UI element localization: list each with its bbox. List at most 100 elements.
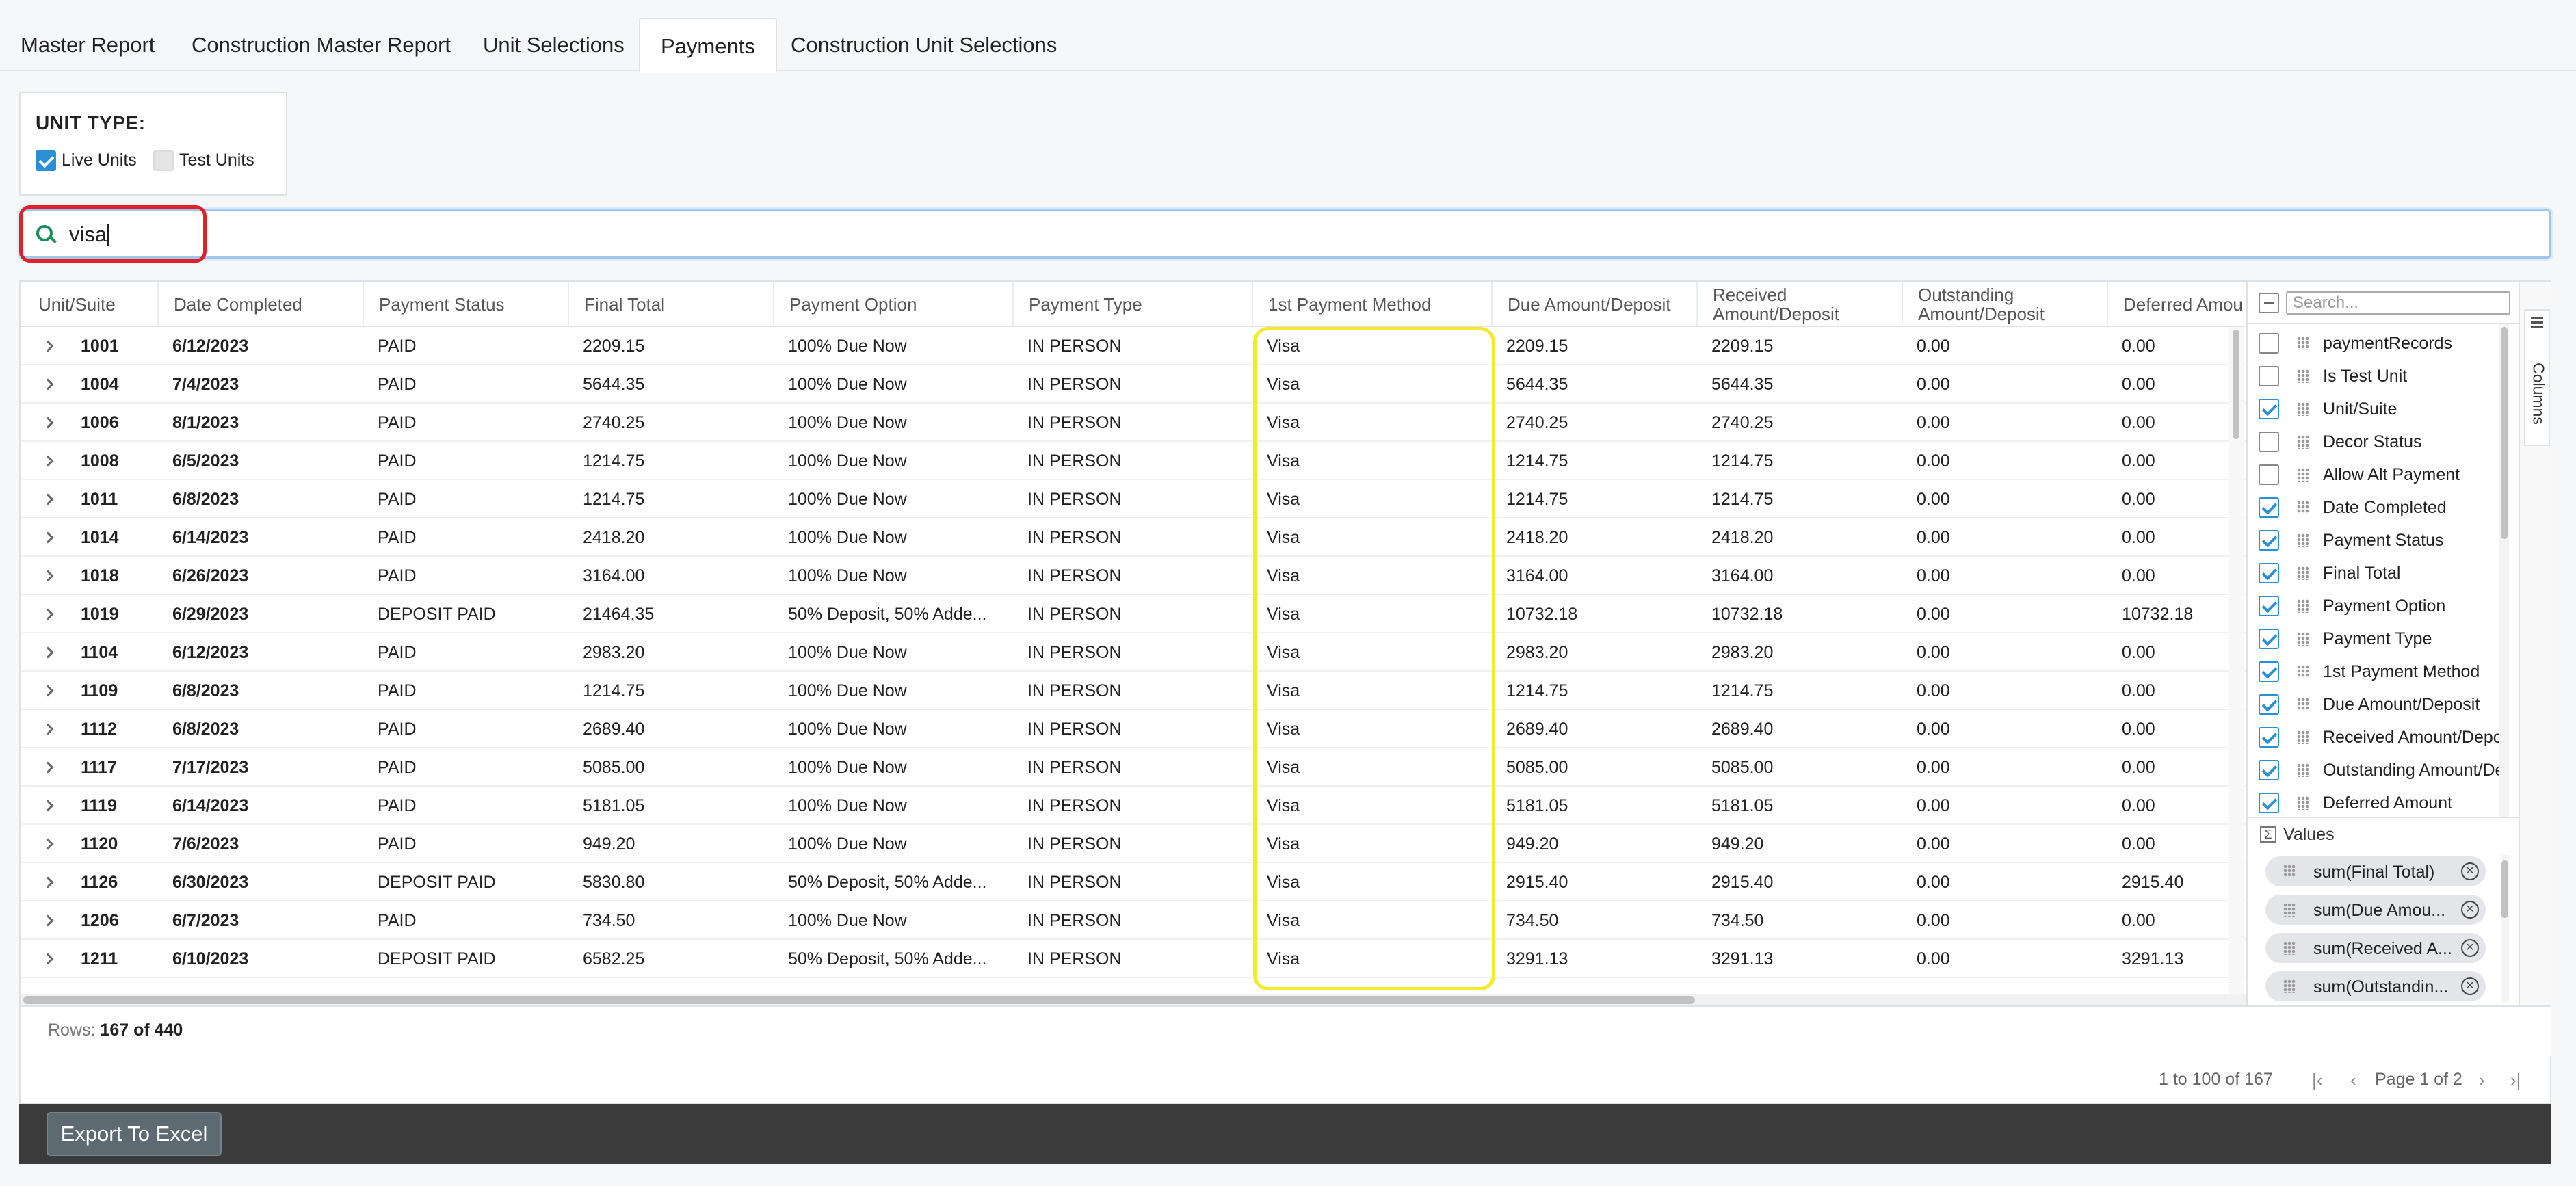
table-row[interactable]: 1014 6/14/2023 PAID 2418.20 100% Due Now IN P… bbox=[21, 518, 2246, 557]
drag-handle-icon[interactable] bbox=[2283, 941, 2296, 955]
live-units-checkbox[interactable] bbox=[36, 150, 56, 171]
drag-handle-icon[interactable] bbox=[2283, 903, 2296, 917]
test-units-checkbox[interactable] bbox=[153, 150, 174, 171]
table-row[interactable]: 1119 6/14/2023 PAID 5181.05 100% Due Now IN P… bbox=[21, 787, 2246, 825]
expand-row-chevron-icon[interactable] bbox=[42, 531, 54, 544]
search-input[interactable]: visa bbox=[19, 209, 2551, 259]
expand-row-chevron-icon[interactable] bbox=[42, 953, 54, 965]
expand-row-chevron-icon[interactable] bbox=[42, 455, 54, 467]
remove-value-icon[interactable]: × bbox=[2461, 862, 2479, 880]
expand-row-chevron-icon[interactable] bbox=[42, 685, 54, 697]
column-visibility-checkbox[interactable] bbox=[2259, 333, 2279, 354]
column-visibility-checkbox[interactable] bbox=[2259, 727, 2279, 748]
col-header-payment-status[interactable]: Payment Status bbox=[363, 282, 568, 327]
column-visibility-checkbox[interactable] bbox=[2259, 530, 2279, 551]
first-page-button[interactable]: |‹ bbox=[2312, 1070, 2322, 1091]
expand-row-chevron-icon[interactable] bbox=[42, 378, 54, 391]
col-header-unit-suite[interactable]: Unit/Suite bbox=[21, 282, 157, 327]
expand-row-chevron-icon[interactable] bbox=[42, 417, 54, 429]
drag-handle-icon[interactable] bbox=[2297, 369, 2309, 383]
tab-construction-master-report[interactable]: Construction Master Report bbox=[171, 18, 471, 73]
col-header-deferred-amount[interactable]: Deferred Amou bbox=[2107, 282, 2246, 327]
table-row[interactable]: 1004 7/4/2023 PAID 5644.35 100% Due Now IN PE… bbox=[21, 365, 2246, 404]
expand-row-chevron-icon[interactable] bbox=[42, 761, 54, 774]
columns-list-scroll-thumb[interactable] bbox=[2501, 327, 2508, 539]
expand-row-chevron-icon[interactable] bbox=[42, 914, 54, 927]
columns-side-tab[interactable]: Columns bbox=[2524, 309, 2550, 446]
column-visibility-checkbox[interactable] bbox=[2259, 432, 2279, 452]
col-header-due-amount[interactable]: Due Amount/Deposit bbox=[1491, 282, 1696, 327]
column-visibility-checkbox[interactable] bbox=[2259, 399, 2279, 419]
column-toggle-item[interactable]: Allow Alt Payment bbox=[2248, 458, 2508, 491]
table-row[interactable]: 1104 6/12/2023 PAID 2983.20 100% Due Now IN P… bbox=[21, 633, 2246, 672]
live-units-label[interactable]: Live Units bbox=[62, 150, 137, 170]
value-aggregation-pill[interactable]: sum(Received A... × bbox=[2265, 933, 2486, 963]
search-input-value[interactable]: visa bbox=[69, 221, 109, 248]
column-visibility-checkbox[interactable] bbox=[2259, 694, 2279, 715]
value-aggregation-pill[interactable]: sum(Outstandin... × bbox=[2265, 971, 2486, 1001]
expand-row-chevron-icon[interactable] bbox=[42, 723, 54, 735]
column-toggle-item[interactable]: Payment Type bbox=[2248, 622, 2508, 655]
drag-handle-icon[interactable] bbox=[2297, 402, 2309, 416]
next-page-button[interactable]: › bbox=[2479, 1070, 2485, 1091]
column-toggle-item[interactable]: 1st Payment Method bbox=[2248, 655, 2508, 688]
values-scroll-thumb[interactable] bbox=[2501, 860, 2508, 918]
drag-handle-icon[interactable] bbox=[2297, 730, 2309, 744]
drag-handle-icon[interactable] bbox=[2297, 566, 2309, 580]
expand-row-chevron-icon[interactable] bbox=[42, 838, 54, 850]
drag-handle-icon[interactable] bbox=[2297, 501, 2309, 514]
table-row[interactable]: 1008 6/5/2023 PAID 1214.75 100% Due Now IN PE… bbox=[21, 442, 2246, 480]
drag-handle-icon[interactable] bbox=[2297, 435, 2309, 449]
expand-row-chevron-icon[interactable] bbox=[42, 876, 54, 888]
value-aggregation-pill[interactable]: sum(Due Amou... × bbox=[2265, 895, 2486, 925]
grid-horizontal-scrollbar[interactable] bbox=[21, 994, 2246, 1005]
column-toggle-item[interactable]: Is Test Unit bbox=[2248, 360, 2508, 393]
column-visibility-checkbox[interactable] bbox=[2259, 563, 2279, 583]
drag-handle-icon[interactable] bbox=[2297, 337, 2309, 350]
table-row[interactable]: 1206 6/7/2023 PAID 734.50 100% Due Now IN PER… bbox=[21, 901, 2246, 940]
col-header-outstanding-amount[interactable]: Outstanding Amount/Deposit bbox=[1902, 282, 2107, 327]
table-row[interactable]: 1120 7/6/2023 PAID 949.20 100% Due Now IN PER… bbox=[21, 825, 2246, 863]
remove-value-icon[interactable]: × bbox=[2461, 901, 2479, 919]
expand-row-chevron-icon[interactable] bbox=[42, 493, 54, 505]
tab-unit-selections[interactable]: Unit Selections bbox=[462, 18, 645, 73]
expand-row-chevron-icon[interactable] bbox=[42, 608, 54, 620]
table-row[interactable]: 1117 7/17/2023 PAID 5085.00 100% Due Now IN P… bbox=[21, 748, 2246, 787]
previous-page-button[interactable]: ‹ bbox=[2350, 1070, 2356, 1091]
table-row[interactable]: 1126 6/30/2023 DEPOSIT PAID 5830.80 50% Depo… bbox=[21, 863, 2246, 901]
grid-horizontal-scroll-thumb[interactable] bbox=[23, 996, 1695, 1004]
grid-vertical-scroll-thumb[interactable] bbox=[2233, 330, 2239, 439]
column-toggle-item[interactable]: Outstanding Amount/Deposit bbox=[2248, 754, 2508, 787]
column-toggle-item[interactable]: Deferred Amount bbox=[2248, 787, 2508, 817]
column-visibility-checkbox[interactable] bbox=[2259, 629, 2279, 649]
remove-value-icon[interactable]: × bbox=[2461, 977, 2479, 995]
column-toggle-item[interactable]: Payment Status bbox=[2248, 524, 2508, 557]
expand-row-chevron-icon[interactable] bbox=[42, 646, 54, 659]
columns-list-scrollbar[interactable] bbox=[2499, 324, 2509, 817]
remove-value-icon[interactable]: × bbox=[2461, 939, 2479, 957]
column-visibility-checkbox[interactable] bbox=[2259, 464, 2279, 485]
tab-master-report[interactable]: Master Report bbox=[0, 18, 175, 73]
value-aggregation-pill[interactable]: sum(Final Total) × bbox=[2265, 856, 2486, 886]
column-visibility-checkbox[interactable] bbox=[2259, 366, 2279, 386]
col-header-final-total[interactable]: Final Total bbox=[568, 282, 773, 327]
column-visibility-checkbox[interactable] bbox=[2259, 596, 2279, 616]
column-toggle-item[interactable]: Decor Status bbox=[2248, 425, 2508, 458]
export-to-excel-button[interactable]: Export To Excel bbox=[47, 1112, 222, 1156]
drag-handle-icon[interactable] bbox=[2297, 599, 2309, 613]
column-toggle-item[interactable]: Payment Option bbox=[2248, 590, 2508, 622]
expand-row-chevron-icon[interactable] bbox=[42, 570, 54, 582]
values-scrollbar[interactable] bbox=[2501, 855, 2509, 1003]
column-toggle-item[interactable]: Unit/Suite bbox=[2248, 393, 2508, 425]
tab-construction-unit-selections[interactable]: Construction Unit Selections bbox=[770, 18, 1077, 73]
drag-handle-icon[interactable] bbox=[2297, 468, 2309, 482]
drag-handle-icon[interactable] bbox=[2297, 665, 2309, 678]
table-row[interactable]: 1006 8/1/2023 PAID 2740.25 100% Due Now IN PE… bbox=[21, 404, 2246, 442]
table-row[interactable]: 1001 6/12/2023 PAID 2209.15 100% Due Now IN P… bbox=[21, 327, 2246, 365]
select-all-columns-checkbox[interactable] bbox=[2259, 293, 2279, 313]
table-row[interactable]: 1019 6/29/2023 DEPOSIT PAID 21464.35 50% Dep… bbox=[21, 595, 2246, 633]
col-header-1st-payment-method[interactable]: 1st Payment Method bbox=[1252, 282, 1491, 327]
column-toggle-item[interactable]: Received Amount/Deposit bbox=[2248, 721, 2508, 754]
drag-handle-icon[interactable] bbox=[2283, 865, 2296, 878]
last-page-button[interactable]: ›| bbox=[2510, 1070, 2521, 1091]
